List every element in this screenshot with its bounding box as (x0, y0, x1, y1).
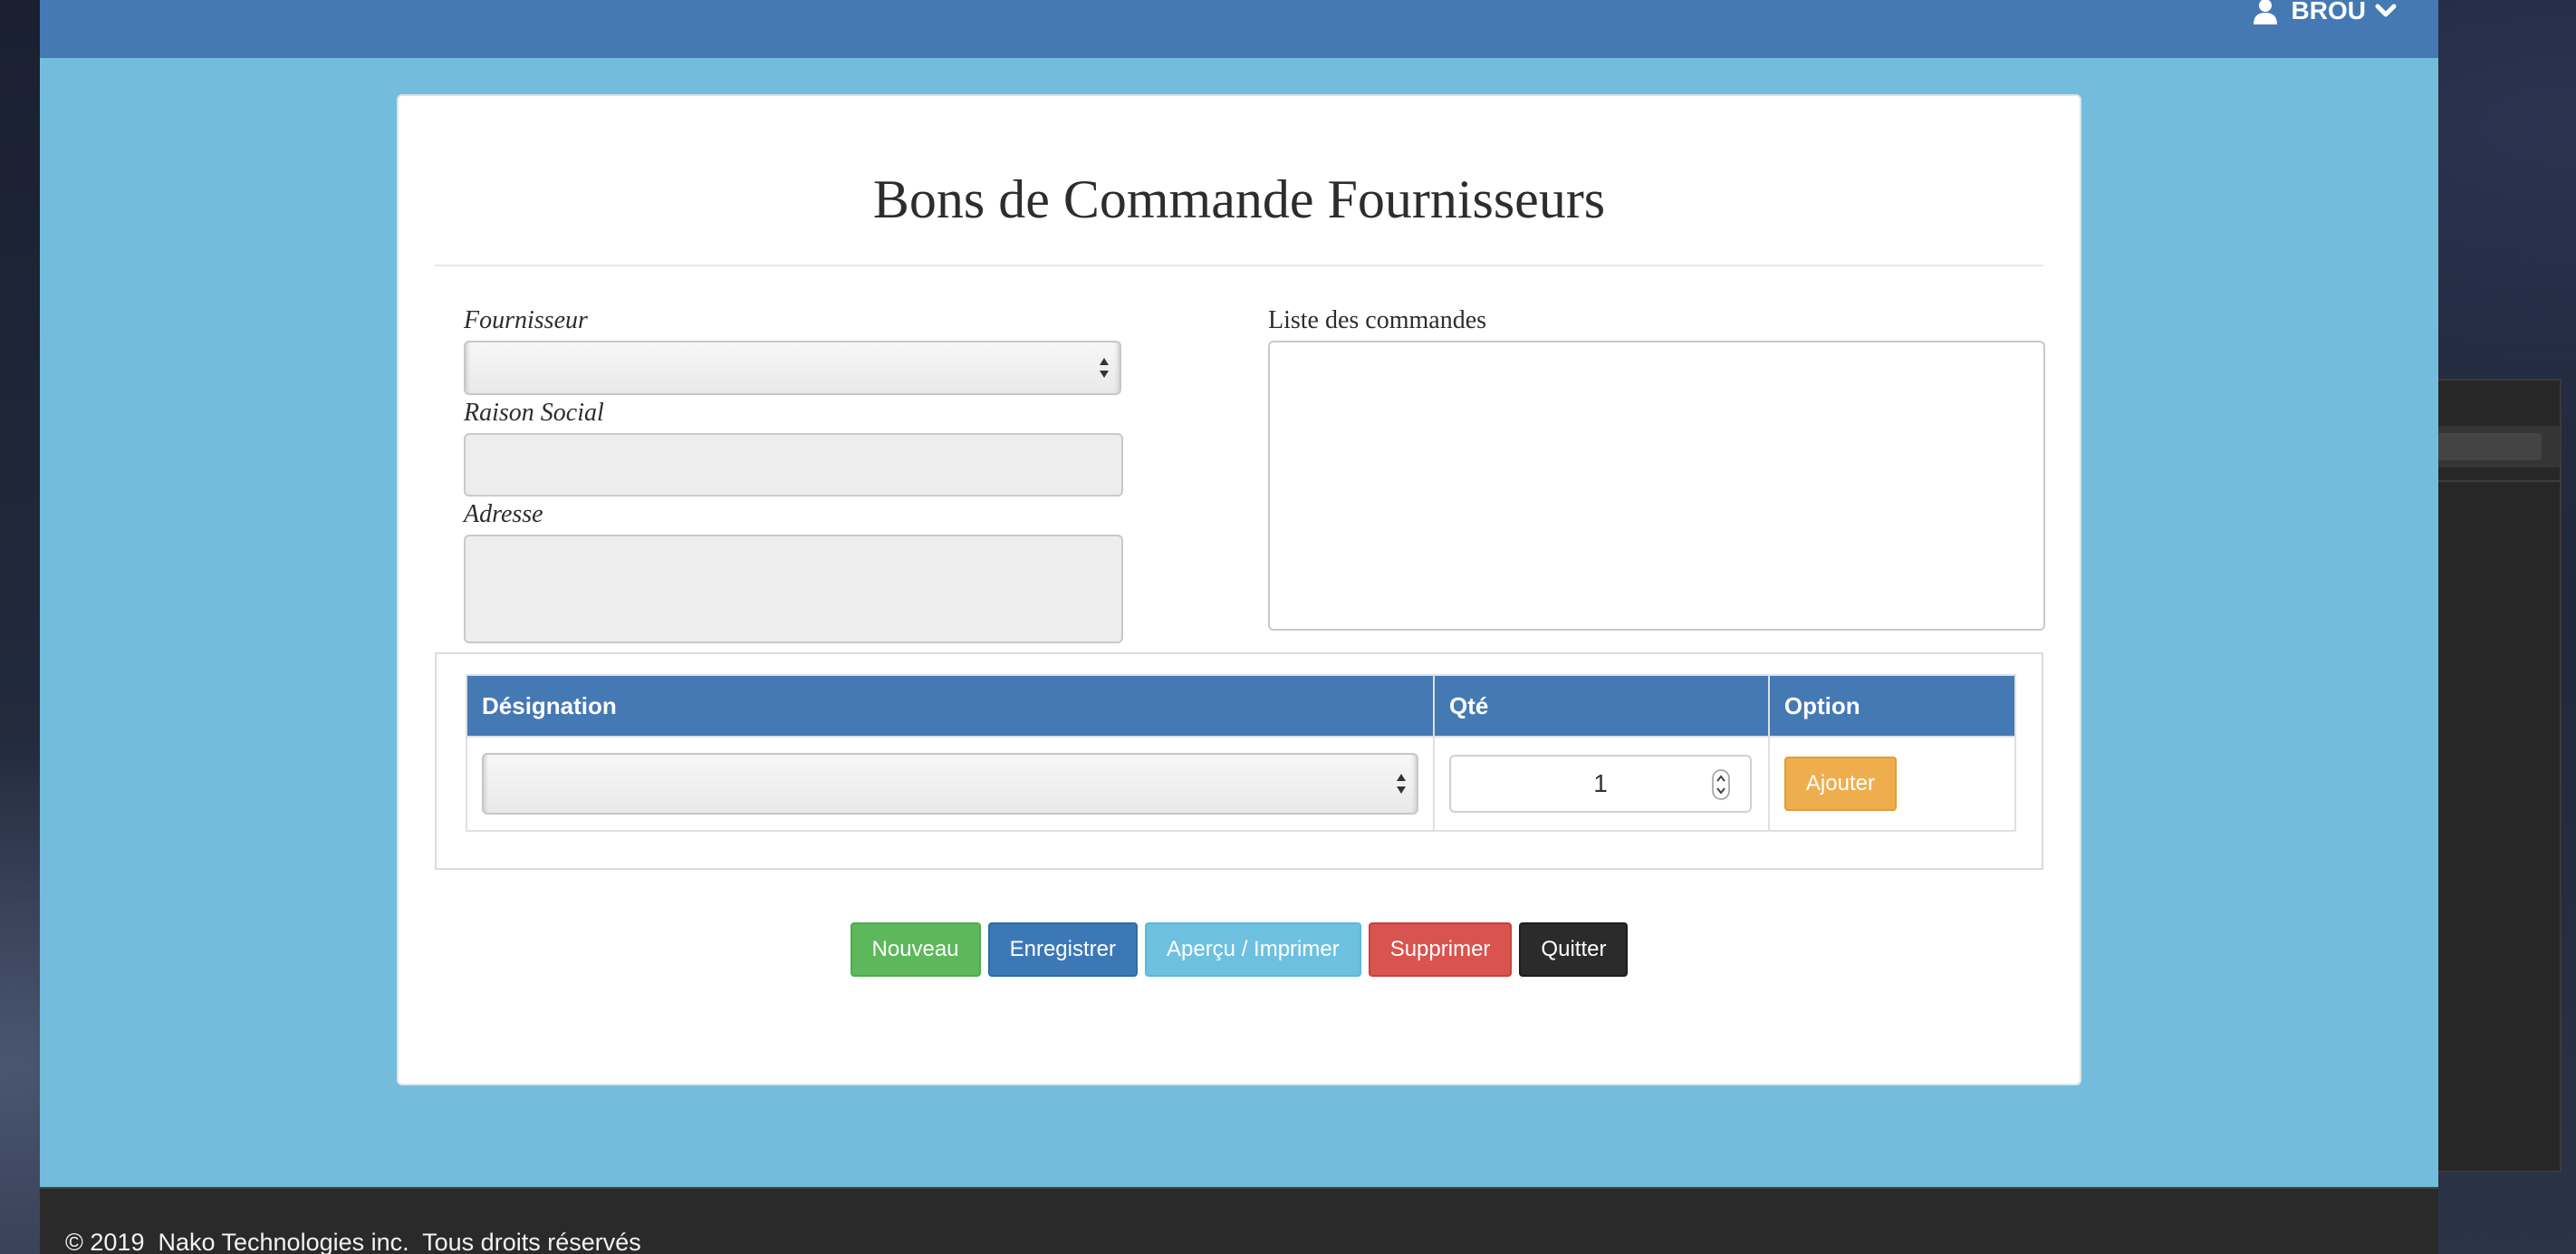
footer: © 2019 Nako Technologies inc. Tous droit… (40, 1187, 2438, 1254)
items-table-container: Désignation Qté Option 1 Ajouter (435, 652, 2043, 870)
select-arrows-icon (1100, 358, 1109, 378)
add-item-button[interactable]: Ajouter (1783, 757, 1897, 811)
new-button[interactable]: Nouveau (850, 922, 981, 977)
items-table: Désignation Qté Option 1 Ajouter (466, 674, 2017, 832)
quantity-cell: 1 (1433, 736, 1770, 832)
designation-select[interactable] (482, 753, 1418, 815)
table-header-row: Désignation Qté Option (466, 674, 2017, 738)
background-window-field (2433, 433, 2542, 460)
delete-button[interactable]: Supprimer (1368, 922, 1513, 977)
address-field[interactable] (464, 535, 1123, 643)
column-header-option: Option (1767, 674, 2017, 738)
save-button[interactable]: Enregistrer (987, 922, 1138, 977)
column-header-quantity: Qté (1433, 674, 1770, 738)
supplier-label: Fournisseur (464, 306, 588, 334)
company-name-field[interactable] (464, 433, 1123, 497)
column-header-designation: Désignation (466, 674, 1435, 738)
address-label: Adresse (464, 500, 543, 528)
page-title: Bons de Commande Fournisseurs (872, 169, 1606, 229)
quit-button[interactable]: Quitter (1519, 922, 1629, 977)
preview-print-button[interactable]: Aperçu / Imprimer (1144, 922, 1361, 977)
action-buttons: Nouveau Enregistrer Aperçu / Imprimer Su… (399, 922, 2080, 977)
footer-copyright: © 2019 Nako Technologies inc. Tous droit… (65, 1229, 641, 1254)
table-row: 1 Ajouter (466, 736, 2017, 832)
orders-list[interactable] (1268, 341, 2045, 631)
option-cell: Ajouter (1767, 736, 2017, 832)
form-panel: Bons de Commande Fournisseurs Fournisseu… (397, 94, 2081, 1085)
user-menu[interactable]: BROU (2252, 0, 2397, 27)
orders-list-label: Liste des commandes (1268, 306, 1487, 334)
user-name: BROU (2291, 0, 2366, 24)
user-icon (2253, 0, 2277, 24)
title-divider (435, 265, 2043, 266)
select-arrows-icon (1397, 774, 1406, 794)
company-name-label: Raison Social (464, 399, 604, 427)
spinner-arrows-icon[interactable] (1712, 769, 1730, 800)
navbar: BROU (40, 0, 2438, 58)
chevron-down-icon (2375, 4, 2397, 17)
supplier-select[interactable] (464, 341, 1121, 395)
designation-cell (466, 736, 1435, 832)
app-window: BROU Bons de Commande Fournisseurs Fourn… (40, 0, 2438, 1254)
quantity-value: 1 (1593, 769, 1608, 797)
quantity-stepper[interactable]: 1 (1449, 755, 1752, 813)
